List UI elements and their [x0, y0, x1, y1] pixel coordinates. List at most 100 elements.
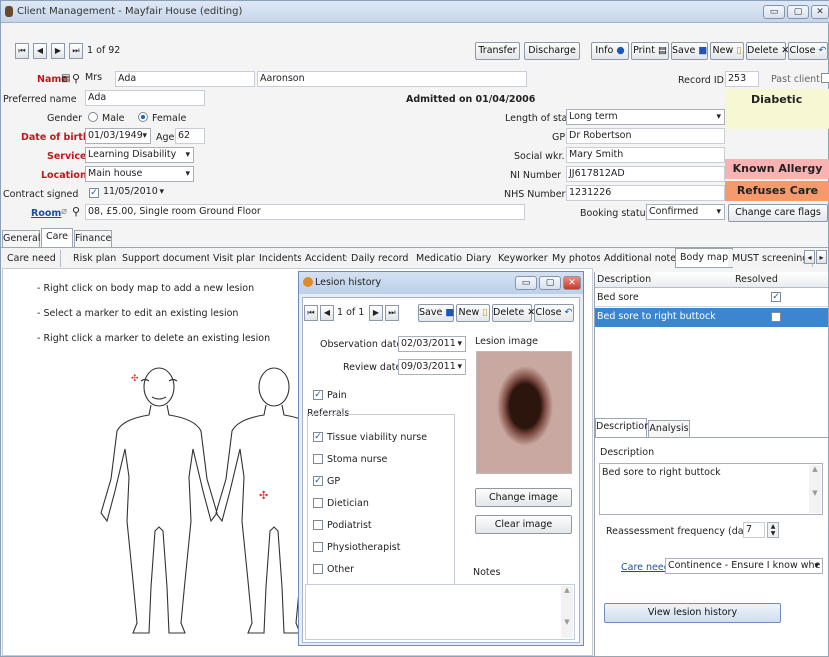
last-name-field[interactable]: Aaronson — [257, 71, 527, 87]
dialog-minimize-button[interactable]: ▭ — [515, 276, 537, 290]
female-radio[interactable] — [138, 112, 148, 122]
view-lesion-history-button[interactable]: View lesion history — [604, 603, 781, 623]
social-field[interactable]: Mary Smith — [566, 147, 725, 163]
contract-date-picker[interactable]: 11/05/2010 — [101, 185, 167, 201]
clear-image-button[interactable]: Clear image — [475, 515, 572, 534]
row-resolved-checkbox[interactable]: ✓ — [771, 292, 781, 302]
tab-visit-plan[interactable]: Visit plan — [209, 250, 262, 267]
discharge-button[interactable]: Discharge — [524, 42, 580, 60]
dialog-maximize-button[interactable]: ▢ — [539, 276, 561, 290]
referral-checkbox[interactable] — [313, 542, 323, 552]
tab-keyworker[interactable]: Keyworker — [494, 250, 553, 267]
referral-checkbox[interactable] — [313, 520, 323, 530]
instruction-edit: - Select a marker to edit an existing le… — [37, 308, 239, 319]
referral-checkbox[interactable] — [313, 454, 323, 464]
printer-icon: ▤ — [657, 45, 667, 56]
title-field[interactable]: Mrs — [83, 71, 111, 87]
lesion-marker-buttock[interactable]: ✣ — [259, 489, 268, 502]
tab-daily-record[interactable]: Daily record — [347, 250, 414, 267]
dialog-prev-button[interactable]: ◀ — [320, 305, 334, 321]
preferred-name-field[interactable]: Ada — [85, 90, 205, 106]
transfer-button[interactable]: Transfer — [475, 42, 520, 60]
row-resolved-checkbox[interactable] — [771, 312, 781, 322]
dob-picker[interactable]: 01/03/1949 — [85, 128, 151, 144]
save-button[interactable]: Save ■ — [671, 42, 708, 60]
tab-care[interactable]: Care — [41, 228, 73, 247]
notes-scrollbar[interactable]: ▲ ▼ — [561, 586, 573, 638]
review-date-picker[interactable]: 09/03/2011 — [398, 359, 466, 375]
room-search-icon[interactable]: ⚲ — [72, 205, 80, 218]
tab-diary[interactable]: Diary — [462, 250, 497, 267]
pain-checkbox[interactable]: ✓ — [313, 390, 323, 400]
minimize-button[interactable]: ▭ — [763, 5, 785, 19]
dialog-last-button[interactable]: ⏭ — [385, 305, 399, 321]
table-row[interactable]: Bed sore ✓ — [595, 289, 828, 307]
dialog-next-button[interactable]: ▶ — [369, 305, 383, 321]
tab-scroll-right[interactable]: ▸ — [816, 250, 827, 264]
reassess-field[interactable]: 7 — [743, 522, 765, 538]
dob-label: Date of birth — [21, 132, 90, 143]
referral-checkbox[interactable] — [313, 564, 323, 574]
print-button[interactable]: Print ▤ — [631, 42, 669, 60]
first-record-button[interactable]: ⏮ — [15, 43, 29, 59]
nhs-field[interactable]: 1231226 — [566, 185, 725, 201]
gp-field[interactable]: Dr Robertson — [566, 128, 725, 144]
reassess-stepper[interactable]: ▲ ▼ — [767, 522, 779, 538]
dialog-close-button[interactable]: Close ↶ — [534, 304, 574, 322]
tab-body-map[interactable]: Body map — [675, 248, 734, 268]
description-textarea[interactable]: Bed sore to right buttock ▲ ▼ — [599, 463, 823, 515]
tab-finance[interactable]: Finance — [74, 230, 112, 247]
tab-scroll-left[interactable]: ◂ — [804, 250, 815, 264]
search-icon[interactable]: ⚲ — [72, 72, 80, 85]
stay-select[interactable]: Long term — [566, 109, 725, 125]
room-link[interactable]: Room — [31, 208, 61, 219]
next-record-button[interactable]: ▶ — [51, 43, 65, 59]
tab-support-documents[interactable]: Support documents — [118, 250, 221, 267]
prev-record-button[interactable]: ◀ — [33, 43, 47, 59]
tab-care-need[interactable]: Care need — [3, 250, 61, 267]
tab-must-screening[interactable]: MUST screening — [728, 250, 814, 267]
care-need-link[interactable]: Care need — [621, 562, 670, 573]
info-button[interactable]: Info ● — [591, 42, 629, 60]
service-select[interactable]: Learning Disability — [85, 147, 194, 163]
tab-incidents[interactable]: Incidents — [255, 250, 308, 267]
notes-textarea[interactable]: ▲ ▼ — [305, 584, 575, 640]
ni-field[interactable]: JJ617812AD — [566, 166, 725, 182]
new-button[interactable]: New ▯ — [710, 42, 744, 60]
lesion-marker-face[interactable]: ✣ — [131, 374, 139, 384]
tab-additional-notes[interactable]: Additional notes — [600, 250, 687, 267]
tab-my-photos[interactable]: My photos — [548, 250, 607, 267]
care-need-select[interactable]: Continence - Ensure I know whe — [665, 558, 823, 574]
dialog-new-button[interactable]: New ▯ — [456, 304, 490, 322]
close-window-button[interactable]: ✕ — [811, 5, 829, 19]
change-flags-button[interactable]: Change care flags — [728, 204, 828, 222]
dialog-first-button[interactable]: ⏮ — [304, 305, 318, 321]
dialog-close-window-button[interactable]: ✕ — [563, 276, 581, 290]
tab-risk-plan[interactable]: Risk plan — [69, 250, 122, 267]
obs-date-picker[interactable]: 02/03/2011 — [398, 336, 466, 352]
close-button[interactable]: Close ↶ — [788, 42, 828, 60]
maximize-button[interactable]: ▢ — [787, 5, 809, 19]
table-row-selected[interactable]: Bed sore to right buttock — [595, 308, 828, 327]
male-radio[interactable] — [88, 112, 98, 122]
change-image-button[interactable]: Change image — [475, 488, 572, 507]
referral-checkbox[interactable]: ✓ — [313, 432, 323, 442]
lesion-history-dialog: Lesion history ▭ ▢ ✕ ⏮ ◀ 1 of 1 ▶ ⏭ Save… — [298, 271, 584, 646]
clear-icon[interactable]: ⌀ — [61, 206, 67, 217]
last-record-button[interactable]: ⏭ — [69, 43, 83, 59]
tab-description[interactable]: Description — [595, 418, 650, 437]
delete-button[interactable]: Delete ✕ — [746, 42, 789, 60]
referral-checkbox[interactable]: ✓ — [313, 476, 323, 486]
location-select[interactable]: Main house — [85, 166, 194, 182]
contract-checkbox[interactable]: ✓ — [89, 188, 99, 198]
dialog-delete-button[interactable]: Delete ✕ — [492, 304, 535, 322]
notes-icon[interactable]: ▤ — [61, 73, 70, 84]
tab-general[interactable]: General — [2, 230, 40, 247]
referral-checkbox[interactable] — [313, 498, 323, 508]
textarea-scrollbar[interactable]: ▲ ▼ — [809, 465, 821, 513]
past-client-checkbox[interactable] — [821, 73, 829, 83]
booking-select[interactable]: Confirmed — [646, 204, 725, 220]
first-name-field[interactable]: Ada — [115, 71, 255, 87]
tab-analysis[interactable]: Analysis — [648, 420, 690, 437]
dialog-save-button[interactable]: Save ■ — [418, 304, 454, 322]
